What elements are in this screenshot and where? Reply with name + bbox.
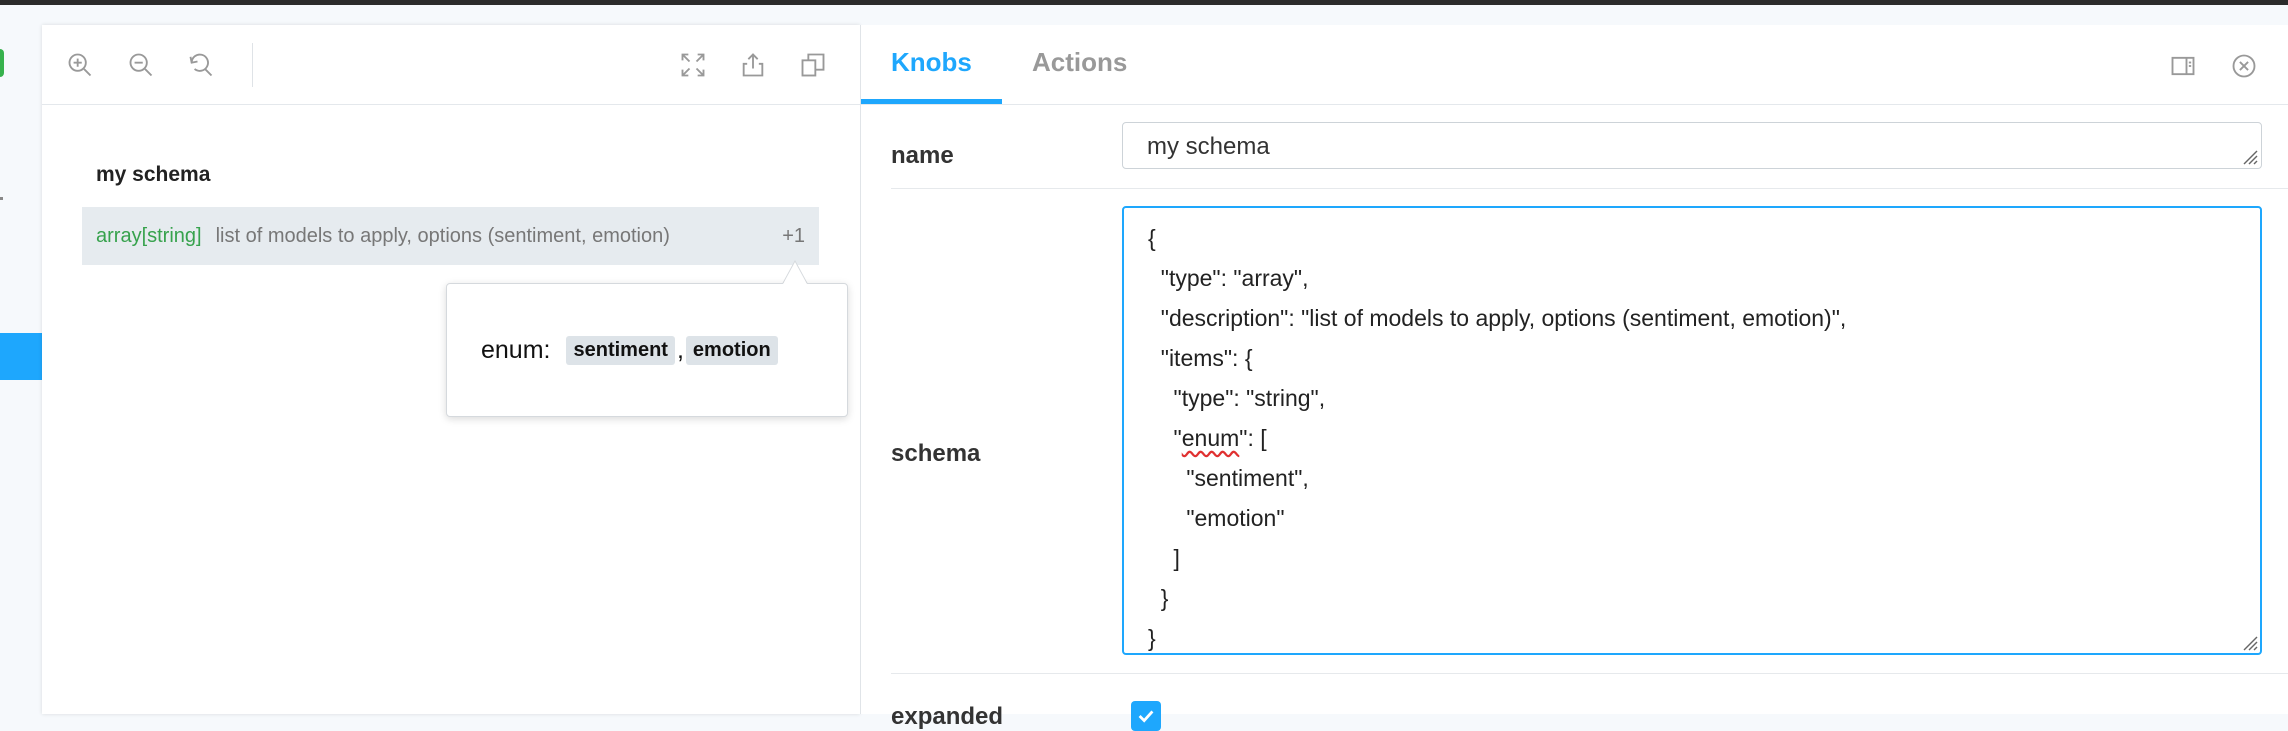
fullscreen-button[interactable] [677, 49, 709, 81]
knob-label-expanded: expanded [891, 703, 1004, 730]
enum-separator: , [676, 336, 684, 364]
reset-zoom-icon [189, 53, 213, 77]
close-icon [2232, 54, 2256, 78]
schema-line: "items": { [1148, 345, 1253, 371]
enum-chip: sentiment [566, 336, 675, 365]
zoom-in-icon [68, 53, 92, 77]
fullscreen-icon [681, 53, 705, 77]
resize-handle-icon[interactable] [2240, 633, 2258, 651]
schema-line: ] [1148, 545, 1180, 571]
sidebar-status-indicator [0, 49, 4, 77]
schema-line: } [1148, 625, 1156, 651]
tab-knobs[interactable]: Knobs [891, 47, 972, 78]
schema-title: my schema [96, 163, 211, 186]
schema-line: "description": "list of models to apply,… [1148, 305, 1847, 331]
top-bar [0, 0, 2288, 5]
preview-panel: my schema array[string] list of models t… [42, 25, 860, 714]
schema-property-row[interactable]: array[string] list of models to apply, o… [82, 207, 819, 265]
share-icon [742, 53, 764, 77]
resize-handle-icon[interactable] [2240, 147, 2258, 165]
knob-label-schema: schema [891, 440, 981, 467]
schema-line-enum: "enum": [ [1148, 425, 1267, 451]
enum-popover: enum: sentiment , emotion [446, 283, 848, 417]
zoom-out-icon [129, 53, 153, 77]
copy-link-button[interactable] [797, 49, 829, 81]
close-panel-button[interactable] [2227, 49, 2261, 83]
reset-zoom-button[interactable] [185, 49, 217, 81]
enum-chip: emotion [685, 336, 778, 365]
property-description: list of models to apply, options (sentim… [215, 224, 670, 247]
expanded-checkbox[interactable] [1131, 701, 1161, 731]
checkmark-icon [1138, 710, 1154, 723]
schema-line: "type": "string", [1148, 385, 1326, 411]
sidebar-mark [0, 197, 3, 200]
enum-key: enum: [481, 336, 551, 364]
popover-arrow-inner [783, 262, 807, 284]
schema-line: "type": "array", [1148, 265, 1309, 291]
addons-tabbar: Knobs Actions [861, 25, 2288, 105]
knob-label-name: name [891, 142, 954, 169]
name-field[interactable]: my schema [1122, 122, 2262, 169]
schema-line: "sentiment", [1148, 465, 1309, 491]
toggle-panel-orientation-button[interactable] [2166, 49, 2200, 83]
schema-line: "emotion" [1148, 505, 1285, 531]
more-count-badge[interactable]: +1 [782, 225, 805, 248]
panel-layout-icon [2171, 56, 2195, 76]
property-type: array[string] [96, 224, 202, 247]
addons-panel: Knobs Actions name my schema schema { "t… [860, 25, 2288, 731]
sidebar-strip [0, 5, 42, 714]
spellcheck-word: enum [1181, 425, 1240, 451]
tab-actions[interactable]: Actions [1032, 47, 1127, 78]
preview-toolbar [42, 25, 860, 105]
knob-row-expanded: expanded [891, 673, 2288, 730]
sidebar-selected-item[interactable] [0, 333, 42, 380]
schema-textarea[interactable]: { "type": "array", "description": "list … [1122, 206, 2262, 655]
zoom-in-button[interactable] [64, 49, 96, 81]
copy-icon [801, 53, 825, 77]
schema-line: { [1148, 225, 1156, 251]
schema-line: } [1148, 585, 1169, 611]
share-button[interactable] [737, 49, 769, 81]
toolbar-divider [252, 43, 253, 87]
enum-line: enum: sentiment , emotion [481, 336, 780, 365]
zoom-out-button[interactable] [125, 49, 157, 81]
